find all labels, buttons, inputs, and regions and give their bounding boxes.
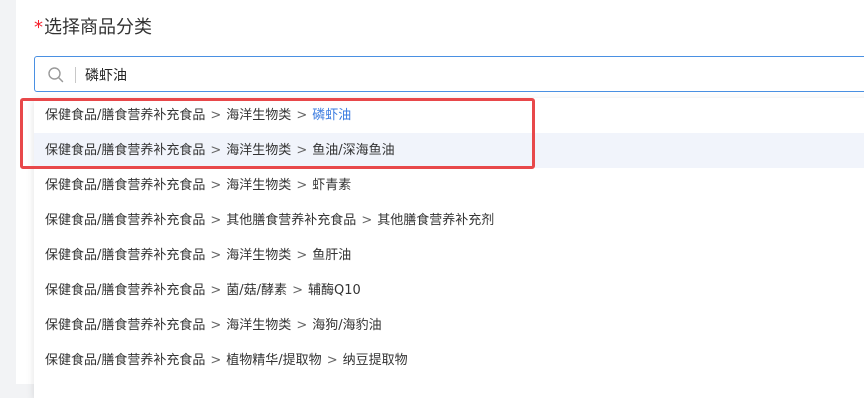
option-level2: 海洋生物类 xyxy=(226,318,292,333)
search-icon xyxy=(47,66,65,84)
path-separator: > xyxy=(296,108,308,123)
path-separator: > xyxy=(210,248,222,263)
category-search-input[interactable] xyxy=(85,62,845,88)
option-level1: 保健食品/膳食营养补充食品 xyxy=(45,248,206,263)
category-option[interactable]: 保健食品/膳食营养补充食品 > 海洋生物类 > 海狗/海豹油 xyxy=(34,308,864,343)
option-level2: 海洋生物类 xyxy=(226,143,292,158)
path-separator: > xyxy=(361,213,373,228)
option-leaf: 虾青素 xyxy=(312,178,352,193)
search-divider xyxy=(75,67,76,83)
category-option[interactable]: 保健食品/膳食营养补充食品 > 菌/菇/酵素 > 辅酶Q10 xyxy=(34,273,864,308)
option-level2: 其他膳食营养补充食品 xyxy=(226,213,357,228)
option-leaf: 其他膳食营养补充剂 xyxy=(377,213,495,228)
option-leaf: 纳豆提取物 xyxy=(342,353,408,368)
path-separator: > xyxy=(210,353,222,368)
option-level2: 海洋生物类 xyxy=(226,108,292,123)
option-leaf: 磷虾油 xyxy=(312,108,352,123)
option-level2: 植物精华/提取物 xyxy=(226,353,322,368)
path-separator: > xyxy=(210,143,222,158)
option-leaf: 辅酶Q10 xyxy=(307,283,361,298)
path-separator: > xyxy=(210,108,222,123)
path-separator: > xyxy=(326,353,338,368)
path-separator: > xyxy=(296,248,308,263)
category-option[interactable]: 保健食品/膳食营养补充食品 > 其他膳食营养补充食品 > 其他膳食营养补充剂 xyxy=(34,203,864,238)
option-leaf: 海狗/海豹油 xyxy=(312,318,382,333)
option-level1: 保健食品/膳食营养补充食品 xyxy=(45,213,206,228)
option-leaf: 鱼肝油 xyxy=(312,248,352,263)
option-level1: 保健食品/膳食营养补充食品 xyxy=(45,143,206,158)
category-option[interactable]: 保健食品/膳食营养补充食品 > 植物精华/提取物 > 纳豆提取物 xyxy=(34,343,864,378)
path-separator: > xyxy=(296,178,308,193)
category-suggestion-dropdown: 保健食品/膳食营养补充食品 > 海洋生物类 > 磷虾油 保健食品/膳食营养补充食品 > 海洋生… xyxy=(34,98,864,398)
category-option[interactable]: 保健食品/膳食营养补充食品 > 海洋生物类 > 鱼肝油 xyxy=(34,238,864,273)
category-option[interactable]: 保健食品/膳食营养补充食品 > 海洋生物类 > 鱼油/深海鱼油 xyxy=(34,133,864,168)
option-leaf: 鱼油/深海鱼油 xyxy=(312,143,395,158)
option-level2: 海洋生物类 xyxy=(226,248,292,263)
path-separator: > xyxy=(296,143,308,158)
option-level2: 海洋生物类 xyxy=(226,178,292,193)
path-separator: > xyxy=(210,213,222,228)
category-option[interactable]: 保健食品/膳食营养补充食品 > 海洋生物类 > 虾青素 xyxy=(34,168,864,203)
option-level1: 保健食品/膳食营养补充食品 xyxy=(45,283,206,298)
required-mark: * xyxy=(34,17,43,38)
category-field-label: *选择商品分类 xyxy=(34,16,152,40)
category-label-text: 选择商品分类 xyxy=(44,17,152,38)
path-separator: > xyxy=(210,178,222,193)
option-level1: 保健食品/膳食营养补充食品 xyxy=(45,178,206,193)
path-separator: > xyxy=(210,283,222,298)
option-level1: 保健食品/膳食营养补充食品 xyxy=(45,108,206,123)
path-separator: > xyxy=(296,318,308,333)
option-level1: 保健食品/膳食营养补充食品 xyxy=(45,318,206,333)
path-separator: > xyxy=(210,318,222,333)
option-level2: 菌/菇/酵素 xyxy=(226,283,288,298)
category-option[interactable]: 保健食品/膳食营养补充食品 > 海洋生物类 > 磷虾油 xyxy=(34,98,864,133)
category-search-box[interactable] xyxy=(34,56,864,92)
option-level1: 保健食品/膳食营养补充食品 xyxy=(45,353,206,368)
path-separator: > xyxy=(292,283,303,298)
